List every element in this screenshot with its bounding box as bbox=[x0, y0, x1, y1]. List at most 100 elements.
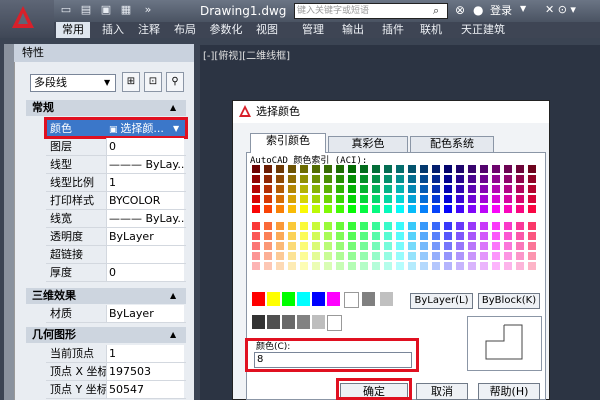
prop-row[interactable]: 线型比例 1 bbox=[46, 174, 186, 192]
aci-swatch[interactable] bbox=[360, 175, 368, 183]
aci-swatch[interactable] bbox=[480, 242, 488, 250]
aci-swatch[interactable] bbox=[300, 165, 308, 173]
aci-swatch[interactable] bbox=[444, 205, 452, 213]
aci-swatch[interactable] bbox=[516, 262, 524, 270]
aci-swatch[interactable] bbox=[264, 252, 272, 260]
aci-swatch[interactable] bbox=[408, 222, 416, 230]
aci-swatch[interactable] bbox=[276, 175, 284, 183]
tab-online[interactable]: 联机 bbox=[416, 22, 446, 38]
aci-swatch[interactable] bbox=[276, 185, 284, 193]
aci-swatch[interactable] bbox=[348, 175, 356, 183]
aci-swatch[interactable] bbox=[468, 165, 476, 173]
toggle-pickadd-icon[interactable]: ⊞ bbox=[122, 72, 140, 92]
user-icon[interactable]: ● bbox=[473, 3, 487, 19]
aci-swatch[interactable] bbox=[360, 195, 368, 203]
aci-swatch[interactable] bbox=[528, 262, 536, 270]
aci-swatch[interactable] bbox=[336, 195, 344, 203]
aci-swatch[interactable] bbox=[300, 222, 308, 230]
aci-swatch[interactable] bbox=[468, 242, 476, 250]
aci-swatch[interactable] bbox=[312, 165, 320, 173]
aci-swatch[interactable] bbox=[396, 232, 404, 240]
aci-swatch[interactable] bbox=[360, 222, 368, 230]
aci-swatch[interactable] bbox=[372, 195, 380, 203]
new-file-icon[interactable]: ▭ bbox=[58, 3, 74, 17]
prop-row[interactable]: 线型 ——— ByLay... bbox=[46, 156, 186, 174]
aci-swatch[interactable] bbox=[300, 205, 308, 213]
viewport-label[interactable]: [-][俯视][二维线框] bbox=[203, 47, 303, 62]
aci-swatch[interactable] bbox=[432, 222, 440, 230]
aci-swatch[interactable] bbox=[456, 165, 464, 173]
print-icon[interactable]: ▦ bbox=[118, 3, 134, 17]
aci-swatch[interactable] bbox=[444, 242, 452, 250]
aci-swatch[interactable] bbox=[276, 242, 284, 250]
aci-swatch[interactable] bbox=[456, 252, 464, 260]
aci-swatch[interactable] bbox=[276, 205, 284, 213]
aci-swatch[interactable] bbox=[528, 165, 536, 173]
tab-output[interactable]: 输出 bbox=[338, 22, 368, 38]
aci-swatch[interactable] bbox=[396, 205, 404, 213]
aci-swatch[interactable] bbox=[288, 175, 296, 183]
swatch-silver[interactable] bbox=[380, 292, 393, 306]
aci-swatch[interactable] bbox=[372, 242, 380, 250]
aci-swatch[interactable] bbox=[456, 175, 464, 183]
aci-swatch[interactable] bbox=[396, 252, 404, 260]
aci-swatch[interactable] bbox=[384, 165, 392, 173]
aci-swatch[interactable] bbox=[276, 222, 284, 230]
swatch-gray-251[interactable] bbox=[267, 315, 280, 329]
aci-swatch[interactable] bbox=[384, 205, 392, 213]
aci-swatch[interactable] bbox=[420, 262, 428, 270]
aci-swatch[interactable] bbox=[408, 205, 416, 213]
aci-swatch[interactable] bbox=[360, 165, 368, 173]
aci-swatch[interactable] bbox=[372, 262, 380, 270]
aci-swatch[interactable] bbox=[396, 242, 404, 250]
aci-swatch[interactable] bbox=[516, 252, 524, 260]
prop-value[interactable]: 0 bbox=[106, 264, 184, 281]
open-folder-icon[interactable]: ▤ bbox=[78, 3, 94, 17]
swatch-blue[interactable] bbox=[312, 292, 325, 306]
prop-value[interactable]: ——— ByLay... bbox=[106, 210, 184, 227]
aci-swatch[interactable] bbox=[264, 185, 272, 193]
aci-swatch[interactable] bbox=[408, 165, 416, 173]
quick-select-icon[interactable]: ⚲ bbox=[166, 72, 184, 92]
aci-swatch[interactable] bbox=[324, 222, 332, 230]
prop-row[interactable]: 材质 ByLayer bbox=[46, 305, 186, 323]
aci-swatch[interactable] bbox=[420, 165, 428, 173]
aci-swatch[interactable] bbox=[312, 242, 320, 250]
aci-swatch[interactable] bbox=[516, 242, 524, 250]
swatch-red[interactable] bbox=[252, 292, 265, 306]
help-button[interactable]: 帮助(H) bbox=[478, 383, 540, 400]
aci-swatch[interactable] bbox=[288, 232, 296, 240]
aci-swatch[interactable] bbox=[396, 222, 404, 230]
aci-swatch[interactable] bbox=[336, 185, 344, 193]
aci-swatch[interactable] bbox=[444, 222, 452, 230]
aci-swatch[interactable] bbox=[492, 175, 500, 183]
aci-swatch[interactable] bbox=[432, 262, 440, 270]
aci-swatch[interactable] bbox=[492, 195, 500, 203]
aci-swatch[interactable] bbox=[288, 242, 296, 250]
aci-swatch[interactable] bbox=[288, 205, 296, 213]
aci-swatch[interactable] bbox=[264, 232, 272, 240]
aci-swatch[interactable] bbox=[444, 185, 452, 193]
aci-swatch[interactable] bbox=[252, 252, 260, 260]
aci-swatch[interactable] bbox=[324, 185, 332, 193]
aci-swatch[interactable] bbox=[444, 195, 452, 203]
aci-swatch[interactable] bbox=[528, 185, 536, 193]
aci-swatch[interactable] bbox=[504, 175, 512, 183]
aci-swatch[interactable] bbox=[348, 232, 356, 240]
aci-swatch[interactable] bbox=[348, 222, 356, 230]
tab-manage[interactable]: 管理 bbox=[298, 22, 328, 38]
aci-swatch[interactable] bbox=[384, 195, 392, 203]
aci-swatch[interactable] bbox=[456, 195, 464, 203]
swatch-gray-253[interactable] bbox=[297, 315, 310, 329]
aci-swatch[interactable] bbox=[360, 205, 368, 213]
aci-swatch[interactable] bbox=[384, 262, 392, 270]
aci-swatch[interactable] bbox=[456, 242, 464, 250]
aci-swatch[interactable] bbox=[516, 185, 524, 193]
aci-swatch[interactable] bbox=[252, 165, 260, 173]
prop-row[interactable]: 透明度 ByLayer bbox=[46, 228, 186, 246]
aci-swatch[interactable] bbox=[456, 222, 464, 230]
aci-swatch[interactable] bbox=[432, 242, 440, 250]
aci-swatch[interactable] bbox=[276, 252, 284, 260]
select-objects-icon[interactable]: ⊡ bbox=[144, 72, 162, 92]
aci-swatch[interactable] bbox=[480, 222, 488, 230]
